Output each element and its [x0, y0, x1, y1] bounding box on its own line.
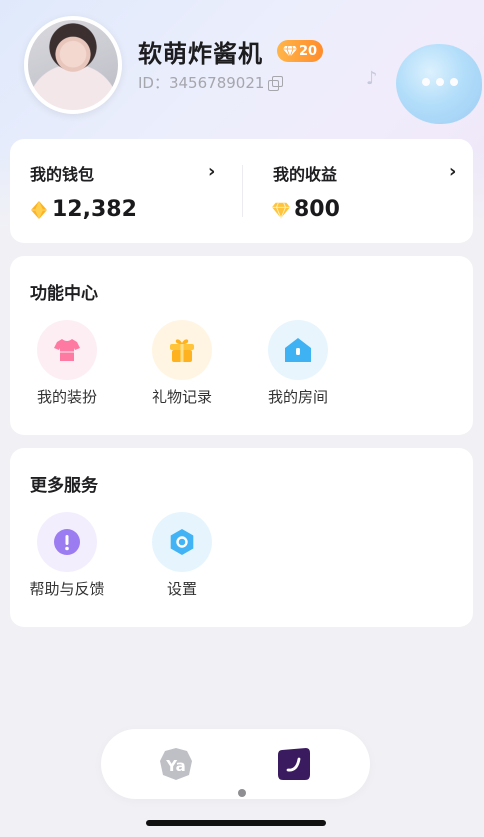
help-icon	[37, 512, 97, 572]
gift-record-item[interactable]: 礼物记录	[134, 320, 230, 410]
earnings-title: 我的收益	[273, 165, 338, 184]
earnings-balance: 800	[272, 197, 340, 222]
user-id-row: ID：3456789021	[138, 72, 284, 93]
home-indicator[interactable]	[146, 820, 326, 826]
page-indicator-dot	[238, 789, 246, 797]
copy-icon[interactable]	[268, 75, 284, 91]
my-earnings-section[interactable]: 我的收益 › 800	[243, 139, 473, 243]
gift-icon	[152, 320, 212, 380]
gold-diamond-icon	[31, 200, 47, 219]
item-label: 我的装扮	[36, 388, 97, 406]
settings-icon	[152, 512, 212, 572]
bottom-nav: Ya	[101, 729, 370, 799]
wallet-amount-value: 12,382	[52, 197, 137, 222]
diamond-icon	[272, 202, 290, 219]
item-label: 设置	[166, 580, 197, 598]
section-title: 更多服务	[30, 476, 98, 496]
my-wallet-section[interactable]: 我的钱包 › 12,382	[10, 139, 242, 243]
section-title: 功能中心	[30, 284, 98, 304]
help-feedback-item[interactable]: 帮助与反馈	[19, 512, 115, 602]
level-badge[interactable]: 20	[277, 40, 323, 62]
function-center-card: 功能中心 我的装扮 礼物记录 我的房间	[10, 256, 473, 435]
item-label: 帮助与反馈	[29, 580, 105, 598]
chevron-right-icon: ›	[208, 161, 216, 182]
home-tab-icon[interactable]: Ya	[159, 747, 193, 781]
my-room-item[interactable]: 我的房间	[250, 320, 346, 410]
more-services-card: 更多服务 帮助与反馈 设置	[10, 448, 473, 627]
chevron-right-icon: ›	[449, 161, 457, 182]
profile-tab-icon[interactable]	[277, 747, 311, 781]
tshirt-icon	[37, 320, 97, 380]
avatar[interactable]	[24, 16, 122, 114]
music-note-icon: ♪	[366, 68, 378, 89]
settings-item[interactable]: 设置	[134, 512, 230, 602]
profile-page: 软萌炸酱机 20 ID：3456789021 ♪ 我的钱包 › 12,382 我…	[0, 0, 484, 837]
svg-text:Ya: Ya	[165, 757, 186, 775]
wallet-balance: 12,382	[30, 197, 137, 222]
wallet-card: 我的钱包 › 12,382 我的收益 › 800	[10, 139, 473, 243]
my-outfit-item[interactable]: 我的装扮	[19, 320, 115, 410]
username: 软萌炸酱机	[138, 40, 263, 68]
wallet-title: 我的钱包	[30, 165, 95, 184]
mascot-decoration	[396, 44, 482, 124]
item-label: 礼物记录	[151, 388, 212, 406]
user-id-text: ID：3456789021	[138, 74, 265, 92]
level-number: 20	[298, 43, 318, 59]
earnings-amount-value: 800	[294, 197, 340, 222]
item-label: 我的房间	[267, 388, 328, 406]
house-icon	[268, 320, 328, 380]
diamond-icon	[282, 45, 297, 57]
